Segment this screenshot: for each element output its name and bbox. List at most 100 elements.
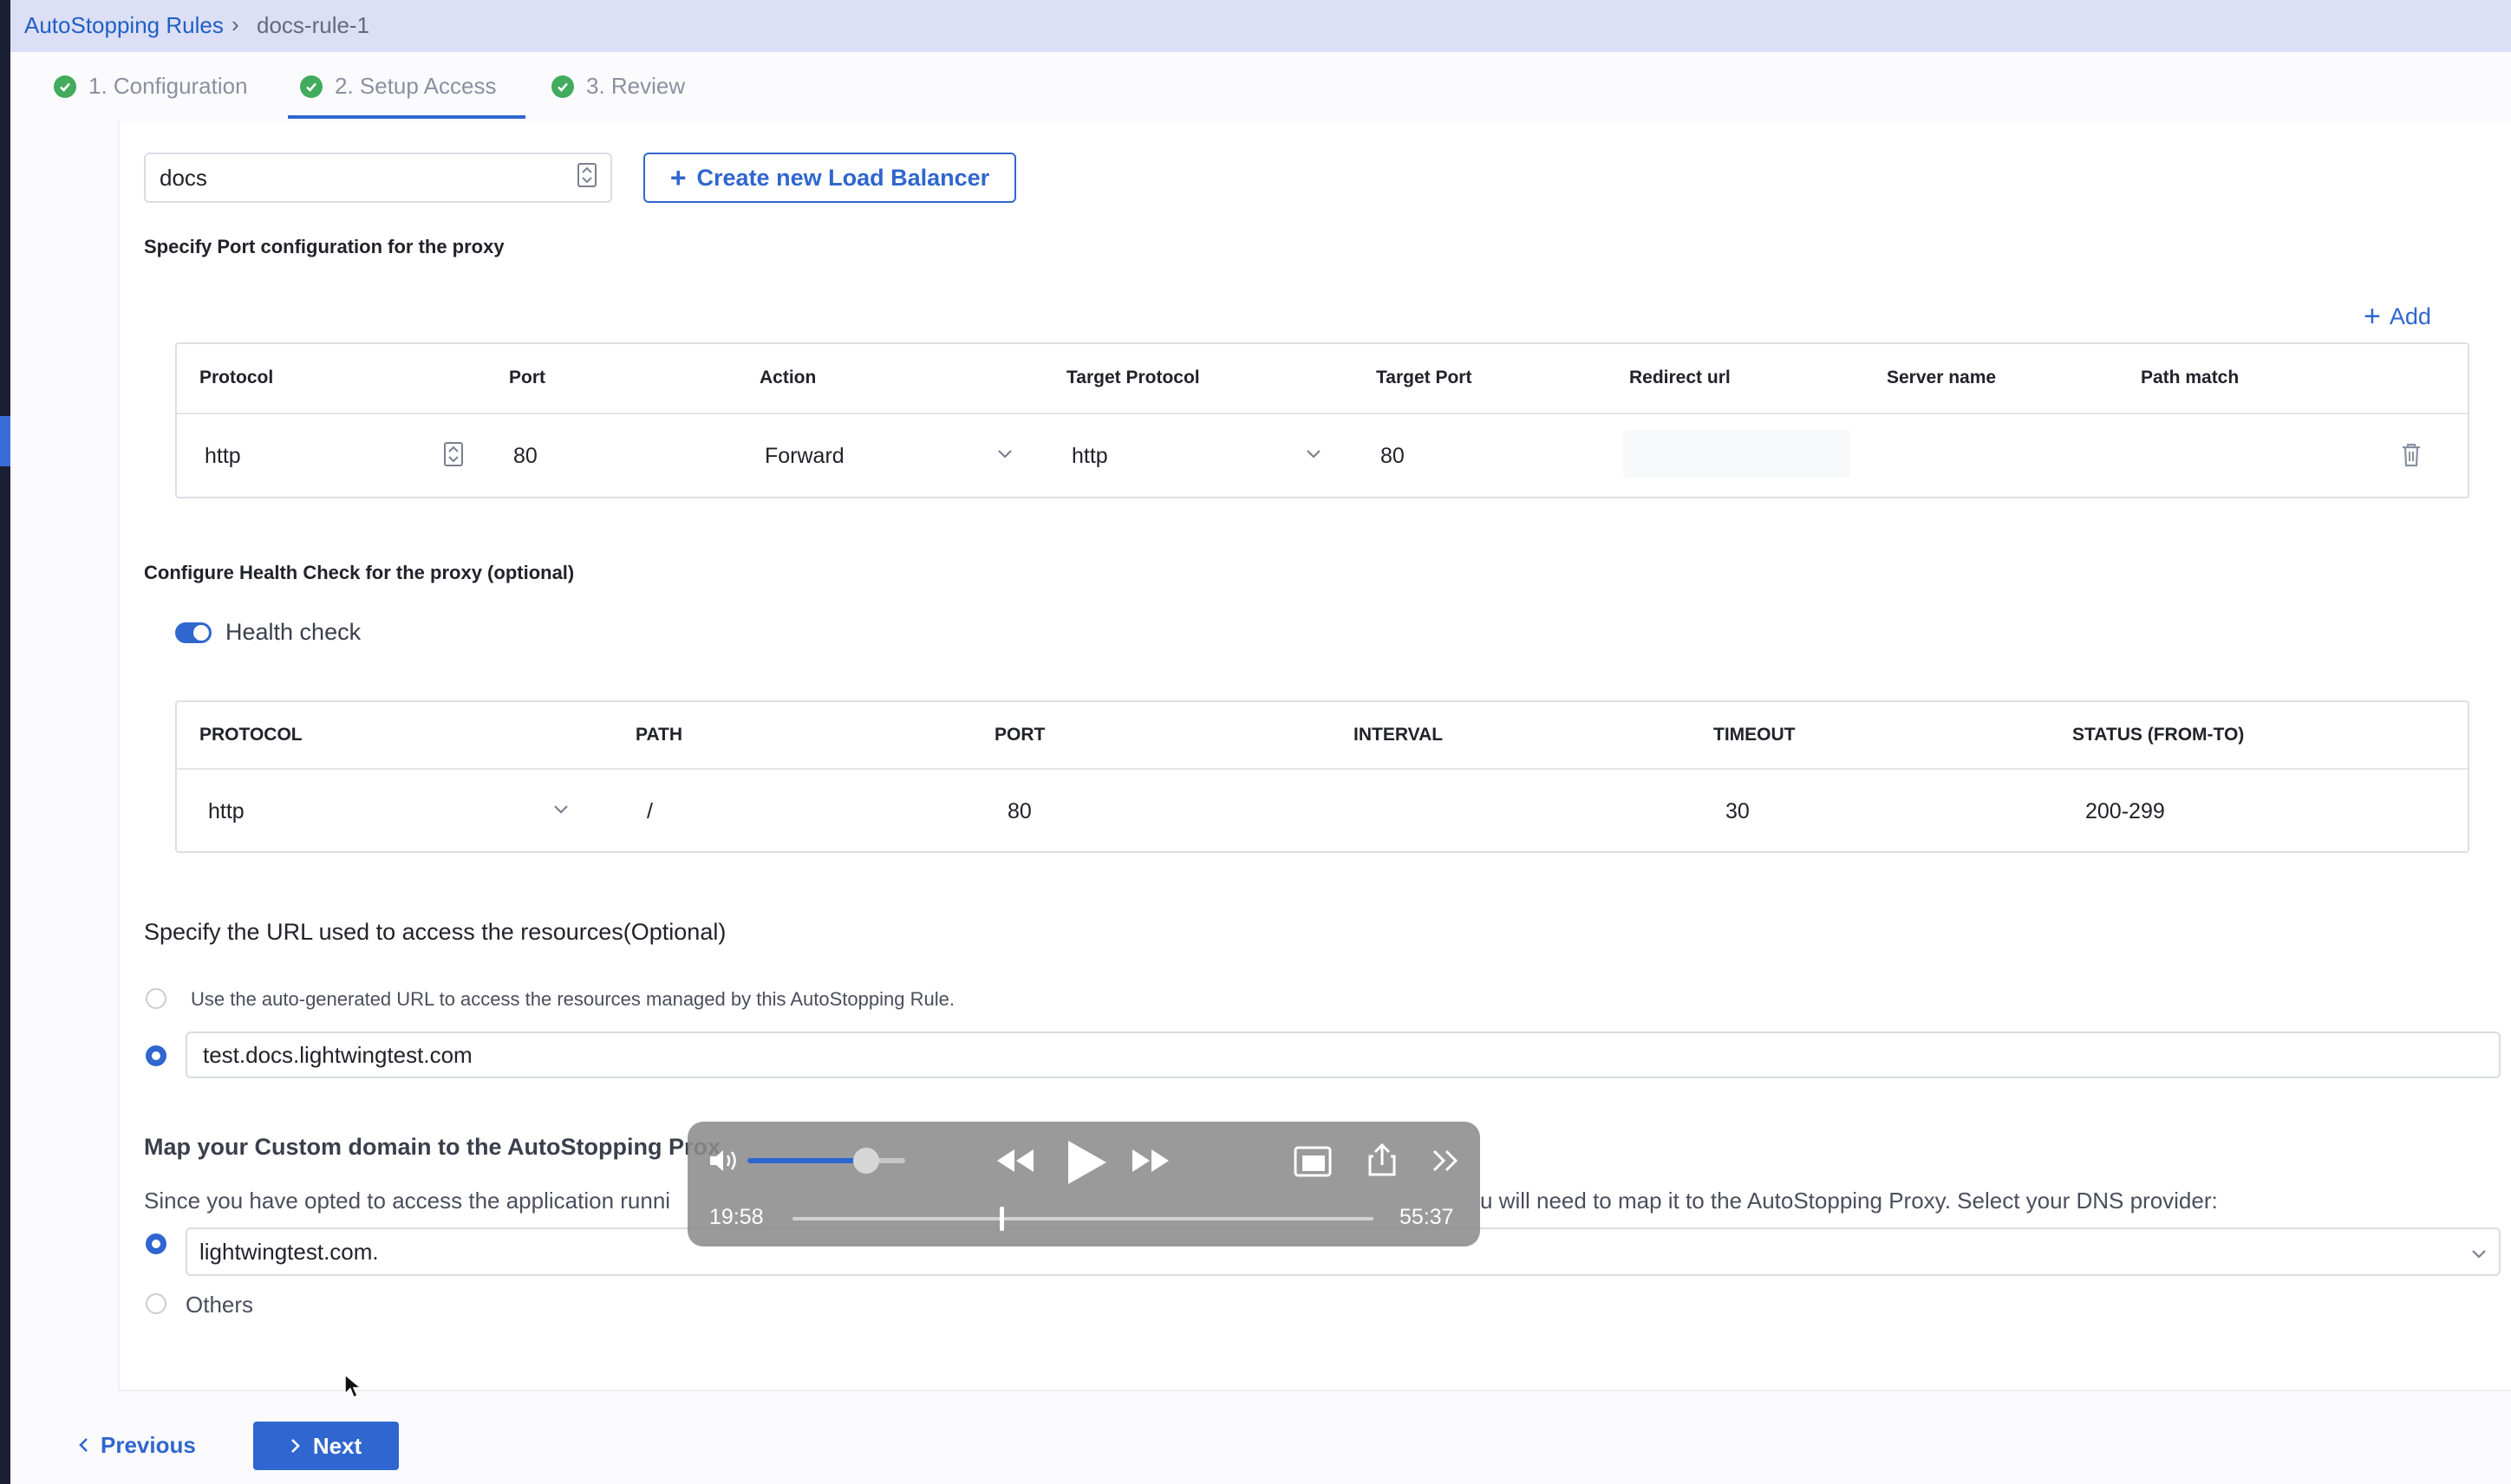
next-button[interactable]: Next (253, 1422, 399, 1470)
column-header-path: PATH (636, 725, 683, 745)
health-check-toggle-label: Health check (225, 619, 362, 645)
elapsed-time: 19:58 (709, 1205, 764, 1229)
select-caret-icon (577, 162, 597, 193)
dns-provider-value: lightwingtest.com. (199, 1238, 379, 1265)
load-balancer-select[interactable]: docs (144, 153, 612, 203)
volume-icon[interactable] (708, 1148, 740, 1178)
port-input[interactable]: 80 (513, 444, 538, 469)
app-left-strip (0, 0, 10, 1484)
breadcrumb-current: docs-rule-1 (257, 12, 370, 38)
action-value: Forward (765, 443, 845, 468)
column-header-target-protocol: Target Protocol (1066, 368, 1200, 387)
protocol-value: http (205, 443, 241, 468)
target-port-input[interactable]: 80 (1380, 444, 1405, 469)
volume-slider-knob[interactable] (852, 1148, 879, 1174)
others-radio[interactable] (146, 1293, 166, 1314)
others-label: Others (186, 1292, 254, 1318)
step-review[interactable]: 3. Review (551, 73, 685, 100)
step-setup-access[interactable]: 2. Setup Access (300, 73, 496, 100)
step-configuration[interactable]: 1. Configuration (54, 73, 248, 100)
playback-scrubber[interactable] (792, 1217, 1373, 1220)
volume-level-fill (747, 1158, 866, 1163)
check-circle-icon (551, 75, 574, 98)
check-circle-icon (300, 75, 323, 98)
share-icon[interactable] (1366, 1142, 1398, 1181)
column-header-target-port: Target Port (1376, 368, 1472, 387)
column-header-interval: INTERVAL (1353, 725, 1444, 745)
active-step-underline (288, 115, 525, 119)
custom-url-input[interactable]: test.docs.lightwingtest.com (186, 1032, 2501, 1078)
dns-provider-radio[interactable] (146, 1233, 166, 1254)
rewind-icon[interactable] (994, 1146, 1037, 1180)
next-label: Next (312, 1432, 362, 1459)
custom-domain-description-cont: u will need to map it to the AutoStoppin… (1480, 1188, 2218, 1214)
play-icon[interactable] (1063, 1139, 1110, 1190)
column-header-timeout: TIMEOUT (1713, 725, 1796, 745)
health-protocol-select[interactable]: http (198, 789, 579, 834)
plus-icon: + (2364, 300, 2381, 333)
chevron-right-icon: › (232, 11, 239, 37)
create-load-balancer-button[interactable]: + Create new Load Balancer (643, 153, 1016, 203)
create-load-balancer-label: Create new Load Balancer (696, 164, 990, 191)
custom-domain-title: Map your Custom domain to the AutoStoppi… (144, 1134, 721, 1160)
breadcrumb: AutoStopping Rules › docs-rule-1 (10, 0, 2511, 52)
column-header-path-match: Path match (2141, 368, 2240, 387)
auto-url-radio[interactable] (146, 988, 166, 1009)
health-port-input[interactable]: 80 (1008, 799, 1032, 824)
column-header-status: STATUS (FROM-TO) (2072, 725, 2245, 745)
auto-url-option-label: Use the auto-generated URL to access the… (191, 988, 955, 1010)
left-strip-active-marker (0, 416, 10, 466)
column-header-port: PORT (995, 725, 1046, 745)
fast-forward-icon[interactable] (1129, 1146, 1172, 1180)
add-port-button[interactable]: + Add (2364, 302, 2431, 331)
custom-url-value: test.docs.lightwingtest.com (203, 1041, 473, 1068)
chevron-down-icon (553, 804, 569, 819)
health-path-input[interactable]: / (647, 799, 653, 824)
target-protocol-select[interactable]: http (1061, 433, 1332, 478)
plus-icon: + (669, 162, 687, 193)
chevron-left-icon (78, 1432, 88, 1459)
trash-icon[interactable] (2400, 442, 2423, 472)
load-balancer-value: docs (160, 164, 207, 191)
chevron-down-icon (2471, 1239, 2487, 1266)
previous-button[interactable]: Previous (78, 1432, 196, 1459)
check-circle-icon (54, 75, 76, 98)
port-config-label: Specify Port configuration for the proxy (144, 236, 505, 257)
playback-position-marker[interactable] (1000, 1207, 1005, 1231)
column-header-action: Action (760, 368, 817, 387)
previous-label: Previous (101, 1432, 196, 1458)
table-divider (177, 413, 2468, 414)
chevron-down-icon (1306, 448, 1321, 464)
health-check-label: Configure Health Check for the proxy (op… (144, 562, 575, 583)
column-header-redirect-url: Redirect url (1629, 368, 1731, 387)
column-header-protocol: PROTOCOL (199, 725, 303, 745)
breadcrumb-parent-link[interactable]: AutoStopping Rules (24, 12, 224, 39)
step-label: 3. Review (586, 73, 686, 99)
health-check-toggle[interactable] (175, 622, 212, 643)
column-header-server-name: Server name (1887, 368, 1997, 387)
health-protocol-value: http (208, 798, 245, 823)
column-header-protocol: Protocol (199, 368, 274, 387)
custom-url-radio[interactable] (146, 1045, 166, 1066)
chevron-right-icon (290, 1433, 301, 1460)
health-status-input[interactable]: 200-299 (2085, 799, 2165, 824)
select-caret-icon (444, 441, 463, 471)
remaining-time: 55:37 (1399, 1205, 1454, 1229)
custom-domain-description: Since you have opted to access the appli… (144, 1188, 671, 1214)
redirect-url-input[interactable] (1623, 430, 1850, 478)
action-select[interactable]: Forward (754, 433, 1023, 478)
target-protocol-value: http (1072, 443, 1108, 468)
more-options-icon[interactable] (1431, 1148, 1460, 1178)
step-label: 2. Setup Access (335, 73, 497, 99)
step-label: 1. Configuration (88, 73, 248, 99)
url-section-title: Specify the URL used to access the resou… (144, 919, 727, 945)
picture-in-picture-icon[interactable] (1294, 1146, 1332, 1181)
protocol-select[interactable]: http (191, 433, 477, 478)
add-port-label: Add (2389, 303, 2431, 329)
footer-divider (118, 1390, 2511, 1391)
health-timeout-input[interactable]: 30 (1725, 799, 1750, 824)
column-header-port: Port (509, 368, 545, 387)
mouse-cursor-icon (343, 1373, 363, 1403)
chevron-down-icon (997, 448, 1013, 464)
table-divider (177, 768, 2468, 770)
